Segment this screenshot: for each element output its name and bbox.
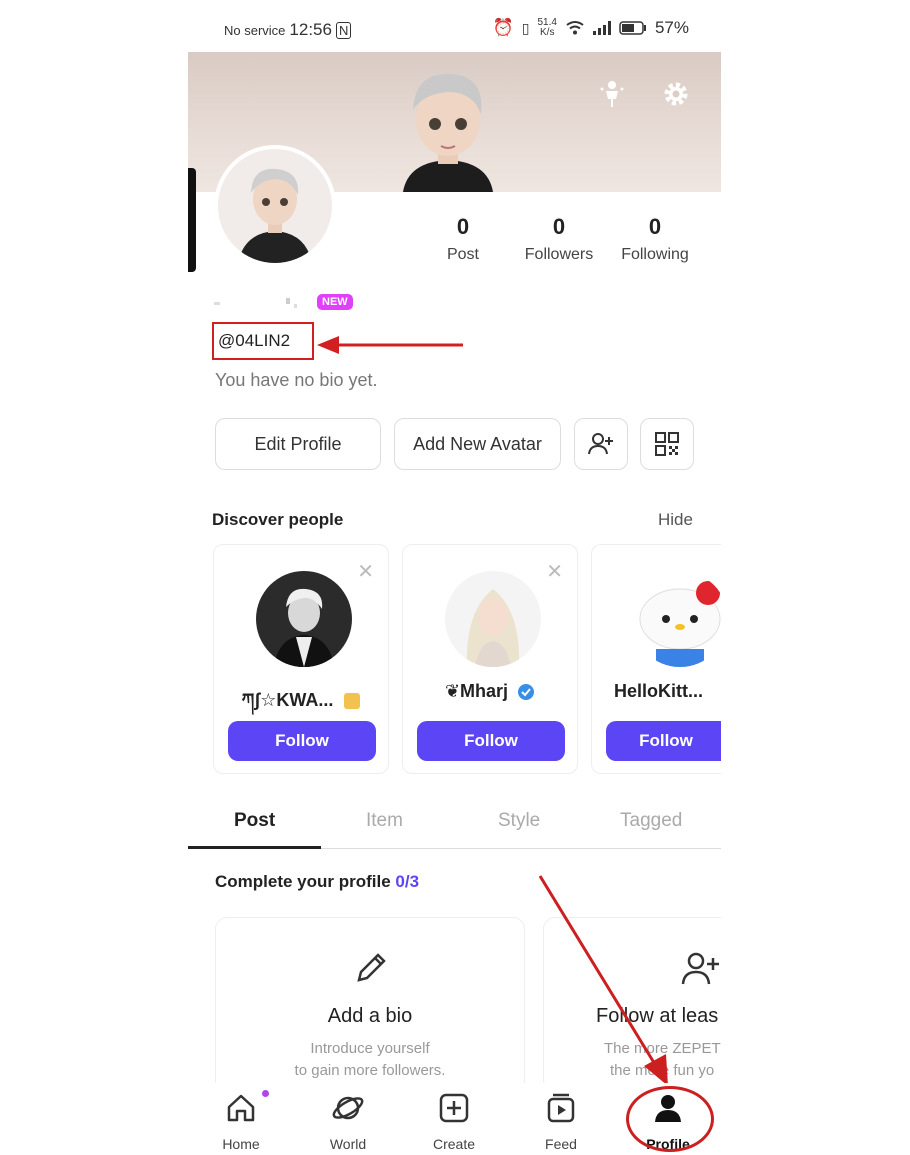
stat-followers-value: 0: [552, 214, 566, 239]
person-avatar-image: [256, 571, 352, 667]
task-desc-line: to gain more followers.: [294, 1062, 446, 1079]
edit-profile-button[interactable]: Edit Profile: [215, 418, 381, 470]
screen-edge-bar: [188, 168, 196, 272]
qr-code-button[interactable]: [640, 418, 694, 470]
new-badge: NEW: [317, 294, 353, 310]
tab-item[interactable]: Item: [366, 810, 403, 832]
discover-card[interactable]: ✕ ཀʃ☆KWA... Follow: [213, 544, 389, 774]
username-handle: @04LIN2: [218, 331, 291, 350]
alarm-icon: ⏰: [492, 18, 514, 37]
dismiss-close-icon[interactable]: ✕: [357, 559, 374, 584]
profile-highlight-circle: [626, 1086, 714, 1152]
status-bar: No service 12:56 N ⏰ ▯ 51.4 K/s 57%: [188, 0, 721, 56]
play-stack-icon: [547, 1093, 575, 1123]
complete-profile-title: Complete your profile 0/3: [215, 872, 419, 892]
nav-world-label: World: [329, 1136, 367, 1152]
nav-home-label: Home: [222, 1136, 260, 1152]
profile-avatar-image: [238, 168, 312, 263]
dismiss-close-icon[interactable]: ✕: [546, 559, 563, 584]
complete-profile-count: 0/3: [395, 872, 420, 891]
stat-following-label: Following: [621, 246, 689, 263]
annotation-arrow-left: [317, 336, 463, 354]
add-new-avatar-button[interactable]: Add New Avatar: [394, 418, 561, 470]
task-card-add-bio[interactable]: Add a bio Introduce yourself to gain mor…: [215, 917, 525, 1092]
speed-unit: K/s: [540, 27, 555, 38]
display-name-blurred: [214, 298, 297, 308]
stat-followers-label: Followers: [524, 246, 594, 263]
add-user-icon: [588, 433, 613, 455]
discover-card[interactable]: HelloKitt... Follow: [591, 544, 721, 774]
annotation-arrow-down: [538, 875, 668, 1086]
person-name-text: ❦Mharj: [444, 681, 509, 701]
tab-style[interactable]: Style: [498, 810, 540, 832]
avatar-pose-icon[interactable]: [594, 76, 630, 112]
wifi-icon: [566, 21, 584, 35]
battery-percent: 57%: [654, 18, 689, 37]
add-user-icon: [681, 952, 719, 985]
notification-dot: [262, 1090, 269, 1097]
nav-create[interactable]: Create: [414, 1091, 494, 1152]
nfc-icon: N: [335, 21, 352, 39]
person-name: ❦Mharj: [403, 681, 577, 702]
creator-badge-icon: [344, 693, 361, 710]
tab-post[interactable]: Post: [234, 810, 275, 832]
stat-following-value: 0: [648, 214, 662, 239]
follow-button[interactable]: Follow: [606, 721, 721, 761]
qr-code-icon: [655, 432, 679, 456]
home-icon: [227, 1094, 255, 1122]
verified-check-icon: [518, 684, 535, 701]
battery-icon: [619, 21, 646, 35]
banner-avatar-image: [403, 73, 493, 192]
bio-text: You have no bio yet.: [215, 370, 378, 390]
clock: 12:56: [289, 20, 332, 39]
person-avatar-image: [445, 571, 541, 667]
nav-feed[interactable]: Feed: [521, 1091, 601, 1152]
nav-world[interactable]: World: [308, 1091, 388, 1152]
stat-posts-value: 0: [456, 214, 470, 239]
task-desc-line: Introduce yourself: [310, 1040, 430, 1057]
profile-avatar[interactable]: [214, 145, 336, 267]
carrier-text: No service: [224, 22, 286, 38]
signal-icon: [592, 21, 611, 35]
plus-square-icon: [439, 1093, 469, 1123]
stat-followers[interactable]: 0 Followers: [514, 214, 604, 264]
stat-posts[interactable]: 0 Post: [418, 214, 508, 264]
add-friend-button[interactable]: [574, 418, 628, 470]
planet-icon: [332, 1096, 364, 1120]
settings-gear-icon[interactable]: [658, 76, 694, 112]
person-name-text: ཀʃ☆KWA...: [241, 690, 334, 710]
vibrate-icon: ▯: [521, 19, 530, 36]
person-avatar-image: [632, 571, 721, 667]
active-tab-indicator: [188, 846, 321, 849]
pencil-icon: [357, 953, 386, 982]
discover-card[interactable]: ✕ ❦Mharj Follow: [402, 544, 578, 774]
follow-button[interactable]: Follow: [228, 721, 376, 761]
task-title: Add a bio: [327, 1005, 413, 1027]
nav-home[interactable]: Home: [201, 1091, 281, 1152]
nav-feed-label: Feed: [545, 1136, 577, 1152]
follow-button[interactable]: Follow: [417, 721, 565, 761]
task-description: Introduce yourself to gain more follower…: [216, 1038, 524, 1082]
nav-create-label: Create: [432, 1136, 476, 1152]
network-speed: 51.4 K/s: [538, 18, 557, 38]
tab-tagged[interactable]: Tagged: [620, 810, 682, 832]
stat-posts-label: Post: [446, 246, 479, 263]
stat-following[interactable]: 0 Following: [610, 214, 700, 264]
complete-profile-label: Complete your profile: [215, 872, 391, 891]
discover-title: Discover people: [212, 510, 344, 529]
hide-discover-link[interactable]: Hide: [658, 510, 693, 530]
person-name: HelloKitt...: [614, 681, 703, 701]
